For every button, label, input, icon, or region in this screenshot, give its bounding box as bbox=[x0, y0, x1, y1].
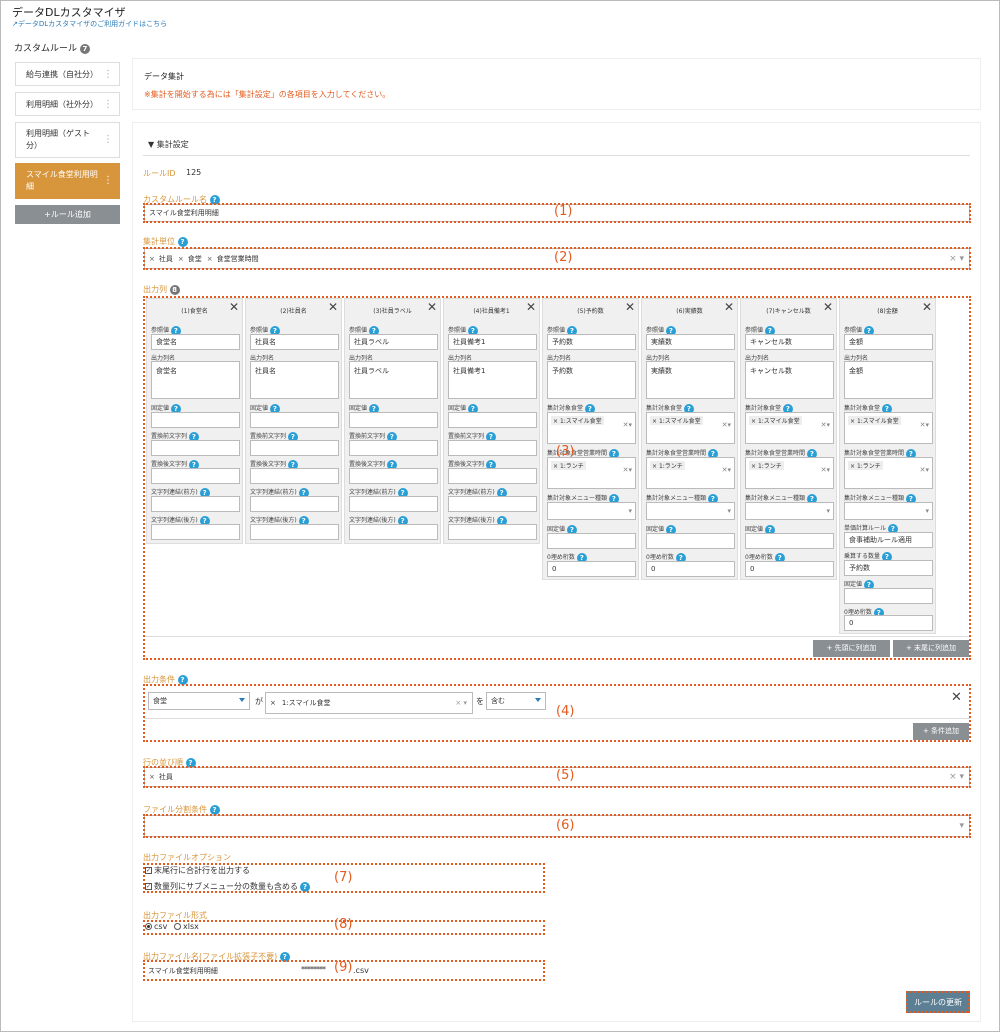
columns-label-text: 出力列 bbox=[143, 285, 167, 294]
sidebar-item-guest[interactable]: 利用明細（ゲスト分） ⋮ bbox=[15, 122, 120, 158]
sidebar-item-label: スマイル食堂利用明細 bbox=[26, 170, 98, 191]
marker-8: (8) bbox=[334, 917, 353, 932]
rule-id-label: ルールID bbox=[143, 169, 176, 178]
notice-panel: データ集計 ※集計を開始する為には「集計設定」の各項目を入力してください。 bbox=[132, 58, 981, 110]
add-rule-button[interactable]: +ルール追加 bbox=[15, 205, 120, 224]
sidebar-item-smile[interactable]: スマイル食堂利用明細 ⋮ bbox=[15, 163, 120, 199]
help-icon[interactable]: ? bbox=[209, 804, 220, 815]
columns-label: 出力列 8 bbox=[143, 284, 180, 295]
marker-7: (7) bbox=[334, 870, 353, 885]
sidebar-item-label: 利用明細（社外分） bbox=[26, 99, 98, 109]
marker-4: (4) bbox=[556, 704, 575, 719]
caret-down-icon: ▼ bbox=[148, 140, 155, 149]
unit-label: 集計単位 ? bbox=[143, 236, 188, 247]
columns-count-badge: 8 bbox=[169, 284, 180, 295]
kebab-menu-icon[interactable]: ⋮ bbox=[103, 134, 113, 146]
app-title: データDLカスタマイザ bbox=[12, 6, 126, 19]
marker-5: (5) bbox=[556, 768, 575, 783]
guide-link-label: データDLカスタマイザのご利用ガイドはこちら bbox=[17, 20, 168, 28]
help-icon[interactable]: ? bbox=[177, 674, 188, 685]
unit-label-text: 集計単位 bbox=[143, 237, 175, 246]
marker-9: (9) bbox=[334, 960, 353, 975]
option-label: 出力ファイルオプション bbox=[143, 853, 231, 862]
sidebar-item-payroll[interactable]: 給与連携（自社分） ⋮ bbox=[15, 62, 120, 86]
divider bbox=[143, 155, 970, 156]
kebab-menu-icon[interactable]: ⋮ bbox=[103, 99, 113, 110]
marker-6: (6) bbox=[556, 818, 575, 833]
marker-3: (3) bbox=[556, 444, 575, 459]
sidebar-item-label: 給与連携（自社分） bbox=[26, 69, 98, 79]
kebab-menu-icon[interactable]: ⋮ bbox=[103, 175, 113, 187]
custom-rules-heading: カスタムルール 7 bbox=[14, 41, 90, 54]
settings-toggle[interactable]: ▼ 集計設定 bbox=[148, 139, 189, 150]
kebab-menu-icon[interactable]: ⋮ bbox=[103, 69, 113, 80]
custom-rules-label: カスタムルール bbox=[14, 44, 78, 54]
marker-box-3 bbox=[143, 296, 971, 660]
help-icon[interactable]: ? bbox=[177, 236, 188, 247]
sidebar-item-label: 利用明細（ゲスト分） bbox=[26, 129, 90, 150]
marker-2: (2) bbox=[554, 250, 573, 265]
split-label-text: ファイル分割条件 bbox=[143, 805, 207, 814]
update-rule-button[interactable]: ルールの更新 bbox=[906, 991, 970, 1013]
notice-warning: ※集計を開始する為には「集計設定」の各項目を入力してください。 bbox=[144, 90, 391, 99]
settings-section-label: 集計設定 bbox=[156, 140, 189, 149]
guide-link[interactable]: ↗データDLカスタマイザのご利用ガイドはこちら bbox=[12, 19, 167, 29]
condition-label-text: 出力条件 bbox=[143, 675, 175, 684]
rules-count-badge: 7 bbox=[79, 43, 90, 54]
notice-title: データ集計 bbox=[144, 72, 184, 81]
sidebar-item-external[interactable]: 利用明細（社外分） ⋮ bbox=[15, 92, 120, 116]
rule-id-value: 125 bbox=[186, 168, 202, 177]
marker-1: (1) bbox=[554, 204, 573, 219]
